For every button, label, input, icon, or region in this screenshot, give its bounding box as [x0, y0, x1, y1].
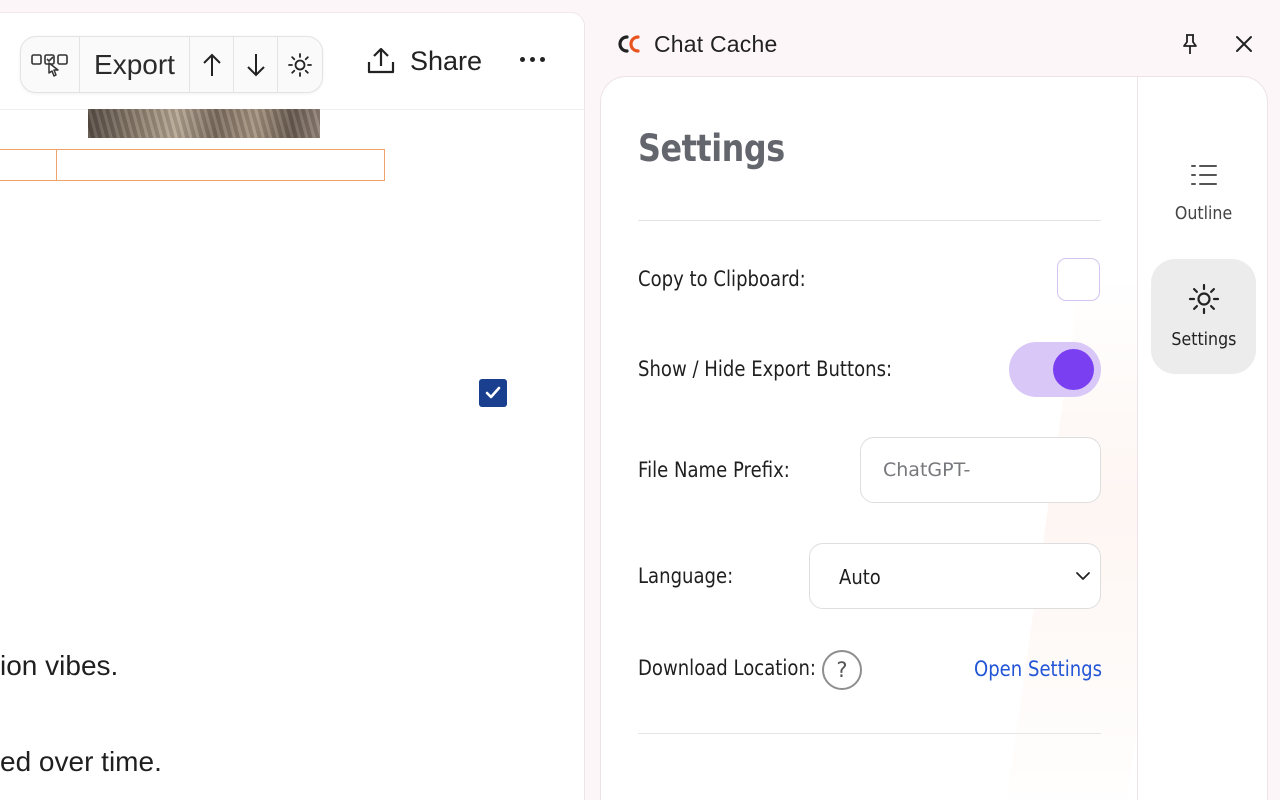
- extension-header: Chat Cache: [600, 0, 1280, 78]
- scroll-up-button[interactable]: [190, 37, 234, 92]
- outline-list-icon: [1190, 165, 1217, 185]
- share-button[interactable]: Share: [366, 43, 482, 79]
- chat-page: Export Share ion vibes. ed over time.: [0, 12, 585, 800]
- chat-message-text: ion vibes.: [0, 650, 119, 681]
- language-label: Language:: [638, 564, 734, 588]
- copy-to-clipboard-checkbox[interactable]: [1057, 258, 1100, 301]
- close-button[interactable]: [1232, 32, 1256, 56]
- settings-heading: Settings: [638, 127, 785, 170]
- chevron-down-icon: [1076, 572, 1090, 580]
- arrow-down-icon: [246, 53, 265, 76]
- settings-panel: Settings Copy to Clipboard: Show / Hide …: [600, 76, 1138, 800]
- gear-icon: [1188, 283, 1219, 315]
- file-name-prefix-label: File Name Prefix:: [638, 458, 790, 482]
- side-nav: Outline Settings: [1137, 76, 1268, 800]
- nav-settings-label: Settings: [1171, 329, 1236, 350]
- select-messages-icon: [31, 53, 68, 77]
- pin-button[interactable]: [1178, 32, 1202, 56]
- share-label: Share: [410, 45, 483, 76]
- extension-title: Chat Cache: [654, 31, 778, 57]
- copy-to-clipboard-label: Copy to Clipboard:: [638, 267, 806, 291]
- chat-message-text: ed over time.: [0, 746, 162, 777]
- show-hide-export-label: Show / Hide Export Buttons:: [638, 357, 893, 381]
- language-selected-value: Auto: [839, 565, 881, 589]
- more-options-button[interactable]: [520, 57, 545, 62]
- help-question-icon: ?: [836, 658, 848, 682]
- scroll-down-button[interactable]: [234, 37, 278, 92]
- download-location-label: Download Location:: [638, 656, 816, 680]
- show-hide-export-toggle[interactable]: [1009, 342, 1101, 397]
- nav-outline[interactable]: Outline: [1151, 135, 1256, 250]
- highlight-box: [56, 149, 385, 181]
- help-button[interactable]: ?: [822, 650, 862, 690]
- export-toolbar: Export: [20, 36, 323, 93]
- sun-gear-icon: [288, 52, 312, 77]
- export-button[interactable]: Export: [80, 37, 190, 92]
- chat-image: [88, 109, 320, 138]
- chat-cache-logo: [618, 35, 640, 53]
- language-select[interactable]: Auto: [809, 543, 1101, 609]
- arrow-up-icon: [202, 53, 221, 76]
- divider: [638, 733, 1101, 734]
- ellipsis-icon: [520, 57, 525, 62]
- nav-settings[interactable]: Settings: [1151, 259, 1256, 374]
- toolbar-settings-button[interactable]: [278, 37, 322, 92]
- select-messages-button[interactable]: [21, 37, 80, 92]
- close-icon: [1236, 36, 1252, 52]
- checkmark-icon: [485, 386, 501, 399]
- pin-icon: [1183, 34, 1197, 54]
- share-upload-icon: [367, 47, 395, 74]
- message-select-checkbox[interactable]: [479, 379, 507, 407]
- divider: [638, 220, 1101, 221]
- highlight-box: [0, 149, 57, 181]
- toggle-knob: [1053, 349, 1094, 390]
- file-name-prefix-input[interactable]: [860, 437, 1101, 503]
- nav-outline-label: Outline: [1174, 203, 1233, 224]
- open-settings-link[interactable]: Open Settings: [974, 657, 1102, 681]
